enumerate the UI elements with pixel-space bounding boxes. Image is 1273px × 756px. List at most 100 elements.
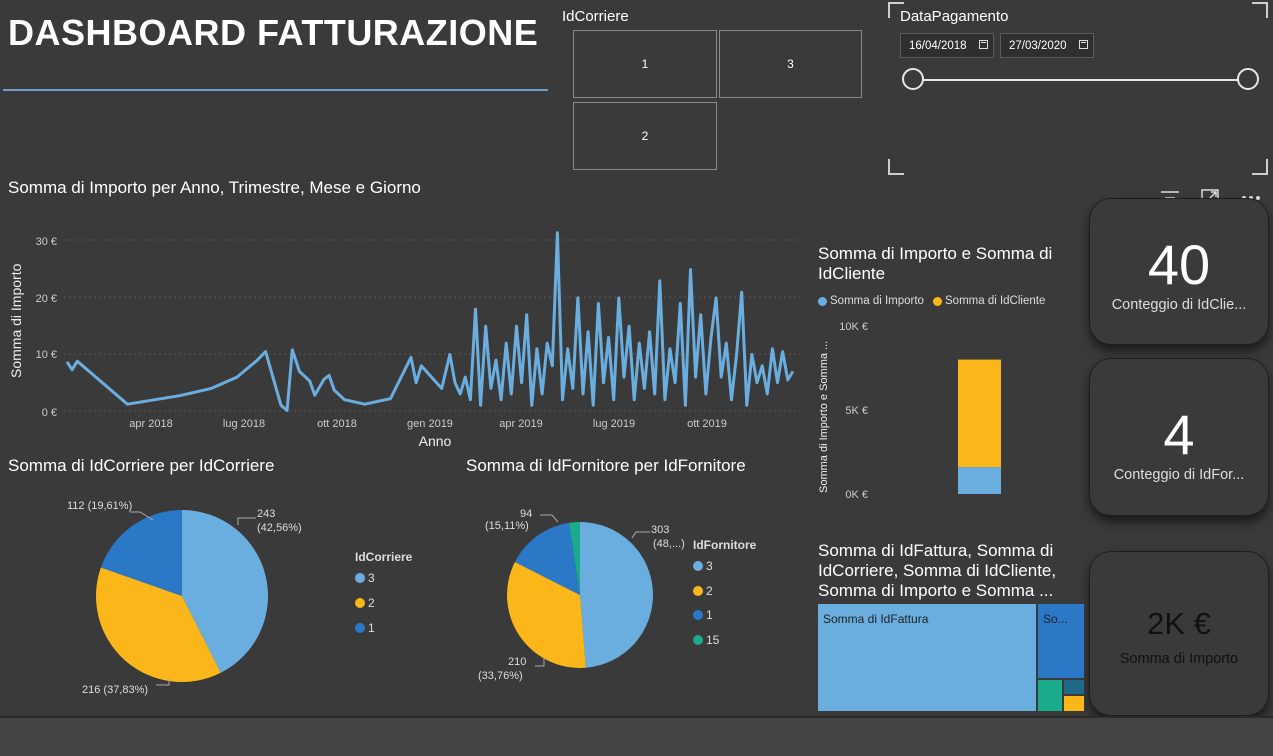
kpi-label: Somma di Importo	[1119, 651, 1239, 667]
treemap-title-line: IdCorriere, Somma di IdCliente,	[818, 561, 1057, 580]
pie-slice-3[interactable]	[580, 522, 653, 668]
legend-label[interactable]: 2	[368, 596, 375, 610]
legend-dot	[818, 296, 827, 306]
x-tick-label: gen 2019	[407, 418, 453, 430]
legend-label[interactable]: 2	[706, 584, 713, 598]
y-tick-label: 30 €	[36, 236, 57, 248]
data-label: 210	[508, 656, 526, 668]
kpi-card-importo[interactable]: 2K € Somma di Importo	[1089, 551, 1269, 716]
legend-dot	[355, 573, 365, 583]
title-divider	[3, 89, 548, 91]
calendar-icon[interactable]	[1079, 40, 1088, 49]
line-chart[interactable]: Somma di Importo 30 € 20 € 10 € 0 € apr …	[0, 200, 810, 455]
leader-line	[631, 531, 650, 539]
data-label: 243	[257, 508, 275, 520]
x-tick-label: lug 2018	[223, 418, 265, 430]
kpi-card-clienti[interactable]: 40 Conteggio di IdClie...	[1089, 198, 1269, 345]
stacked-chart-title-line: Somma di Importo e Somma di	[818, 244, 1053, 263]
line-chart-xlabel: Anno	[419, 433, 452, 449]
range-start-handle[interactable]	[902, 68, 924, 90]
selection-corner	[1252, 159, 1268, 175]
legend-label[interactable]: 3	[706, 559, 713, 573]
data-label: (48,...)	[653, 538, 685, 550]
selection-corner	[888, 159, 904, 175]
range-end-handle[interactable]	[1237, 68, 1259, 90]
legend-label[interactable]: 1	[706, 608, 713, 622]
treemap-tile[interactable]	[1064, 680, 1084, 694]
data-label: (42,56%)	[257, 522, 302, 534]
data-label: (33,76%)	[478, 670, 523, 682]
treemap-title-line: Somma di Importo e Somma ...	[818, 581, 1054, 600]
corriere-tile-1[interactable]: 1	[573, 30, 717, 98]
stacked-chart[interactable]: Somma di Importo e Somma ... 10K € 5K € …	[812, 315, 1082, 505]
date-slicer-title: DataPagamento	[900, 8, 1009, 25]
end-date-input[interactable]: 27/03/2020	[1000, 33, 1094, 58]
treemap[interactable]: Somma di IdFattura So...	[818, 604, 1084, 711]
legend-item-importo[interactable]: Somma di Importo	[818, 295, 924, 307]
legend-dot	[355, 598, 365, 608]
legend-dot	[693, 586, 703, 596]
treemap-tile[interactable]	[1038, 680, 1062, 711]
treemap-title: Somma di IdFattura, Somma di IdCorriere,…	[818, 541, 1056, 601]
treemap-title-line: Somma di IdFattura, Somma di	[818, 541, 1054, 560]
dashboard-title: DASHBOARD FATTURAZIONE	[8, 12, 539, 53]
legend-title: IdFornitore	[693, 538, 757, 552]
pie-corriere-title: Somma di IdCorriere per IdCorriere	[8, 456, 275, 475]
treemap-tile-idfattura[interactable]: Somma di IdFattura	[818, 604, 1036, 711]
corriere-tile-2[interactable]: 2	[573, 102, 717, 170]
legend-label: Somma di Importo	[830, 295, 924, 307]
legend-dot	[693, 635, 703, 645]
pie-fornitore-chart[interactable]: 303 (48,...) 94 (15,11%) 210 (33,76%) Id…	[460, 480, 810, 710]
stacked-chart-title-line: IdCliente	[818, 264, 886, 283]
calendar-icon[interactable]	[979, 40, 988, 49]
corriere-tile-3[interactable]: 3	[719, 30, 862, 98]
y-tick-label: 10K €	[839, 321, 868, 333]
legend-item-idcliente[interactable]: Somma di IdCliente	[933, 295, 1045, 307]
selection-corner	[1252, 2, 1268, 18]
leader-line	[237, 517, 256, 525]
x-tick-label: ott 2018	[317, 418, 357, 430]
data-label: 216 (37,83%)	[82, 684, 148, 696]
y-tick-label: 0K €	[845, 489, 868, 501]
pie-corriere-slices[interactable]	[96, 510, 269, 683]
kpi-value: 40	[1147, 233, 1211, 296]
legend-dot	[693, 610, 703, 620]
page-tabs-bar	[0, 716, 1273, 756]
x-tick-label: ott 2019	[687, 418, 727, 430]
treemap-tile-second[interactable]: So...	[1038, 604, 1084, 678]
legend-label: Somma di IdCliente	[945, 295, 1046, 307]
kpi-value: 2K €	[1147, 606, 1211, 641]
leader-line	[535, 658, 545, 667]
legend-dot	[355, 623, 365, 633]
legend-label[interactable]: 15	[706, 633, 720, 647]
data-label: 112 (19,61%)	[67, 500, 132, 512]
pie-fornitore-slices[interactable]	[507, 522, 653, 668]
kpi-value: 4	[1163, 403, 1195, 466]
kpi-label: Conteggio di IdClie...	[1111, 297, 1247, 313]
kpi-card-fornitori[interactable]: 4 Conteggio di IdFor...	[1089, 358, 1269, 516]
line-chart-ylabel: Somma di Importo	[8, 263, 24, 378]
legend-label[interactable]: 1	[368, 621, 375, 635]
x-tick-label: lug 2019	[593, 418, 635, 430]
end-date-value: 27/03/2020	[1009, 39, 1067, 52]
line-series-importo[interactable]	[65, 231, 795, 412]
data-label: (15,11%)	[485, 520, 529, 532]
pie-corriere-chart[interactable]: 243 (42,56%) 112 (19,61%) 216 (37,83%) I…	[0, 480, 460, 710]
treemap-tile[interactable]	[1064, 696, 1084, 711]
data-label: 94	[520, 508, 532, 520]
leader-line	[540, 514, 559, 523]
bar-segment-importo[interactable]	[958, 467, 1001, 494]
stacked-chart-ylabel: Somma di Importo e Somma ...	[818, 341, 830, 493]
stacked-chart-title: Somma di Importo e Somma di IdCliente	[818, 244, 1052, 284]
y-tick-label: 20 €	[36, 293, 57, 305]
line-chart-title: Somma di Importo per Anno, Trimestre, Me…	[8, 178, 421, 197]
pie-fornitore-title: Somma di IdFornitore per IdFornitore	[466, 456, 746, 475]
y-tick-label: 0 €	[42, 407, 57, 419]
corriere-slicer-title: IdCorriere	[562, 8, 629, 25]
legend-label[interactable]: 3	[368, 571, 375, 585]
kpi-label: Conteggio di IdFor...	[1113, 467, 1245, 483]
legend-dot	[693, 561, 703, 571]
treemap-label: So...	[1043, 612, 1068, 626]
bar-segment-idcliente[interactable]	[958, 359, 1001, 468]
start-date-input[interactable]: 16/04/2018	[900, 33, 994, 58]
